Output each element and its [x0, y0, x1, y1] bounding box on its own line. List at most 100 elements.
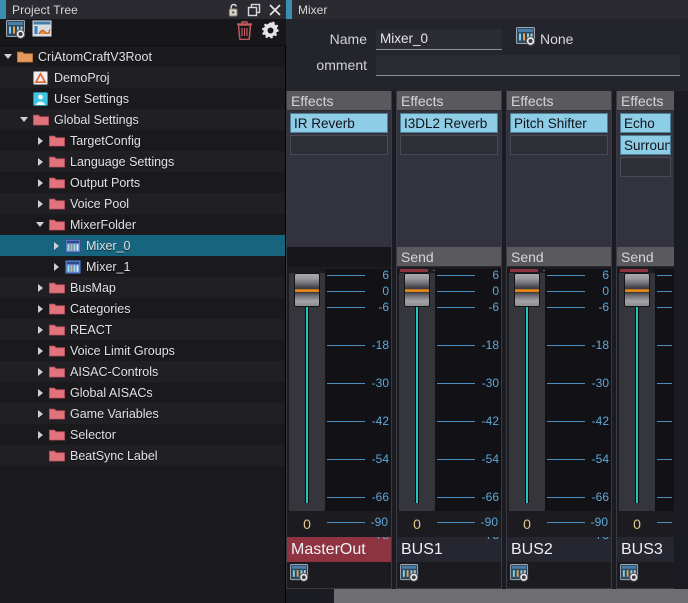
effects-header: Effects: [507, 91, 611, 111]
tree-item-label: Language Settings: [70, 154, 175, 169]
db-scale: 60-6-18-30-42-54-66-78: [545, 268, 611, 542]
tree-item-react[interactable]: REACT: [0, 319, 285, 340]
mixer-snapshot-icon[interactable]: [516, 27, 537, 51]
tree-item-label: User Settings: [54, 91, 130, 106]
tree-item-demoproj[interactable]: DemoProj: [0, 67, 285, 88]
send-level-bar[interactable]: [510, 269, 538, 272]
caret-right-icon[interactable]: [32, 304, 48, 313]
effect-slot-empty[interactable]: [510, 135, 608, 155]
fader-handle[interactable]: [624, 273, 650, 307]
effect-slot[interactable]: IR Reverb: [290, 113, 388, 133]
tree-item-targetconfig[interactable]: TargetConfig: [0, 130, 285, 151]
db-tick: [547, 383, 585, 384]
mixer-snapshot-icon[interactable]: [510, 563, 530, 587]
fader-value[interactable]: 0: [619, 516, 655, 532]
effect-slot[interactable]: Echo: [620, 113, 671, 133]
db-tick: [547, 522, 585, 523]
effect-slot[interactable]: Pitch Shifter: [510, 113, 608, 133]
new-mixer-icon[interactable]: [6, 20, 27, 44]
caret-right-icon[interactable]: [32, 283, 48, 292]
volume-fader[interactable]: [509, 273, 545, 511]
send-level-bar[interactable]: [400, 269, 428, 272]
caret-right-icon[interactable]: [32, 430, 48, 439]
caret-right-icon[interactable]: [32, 199, 48, 208]
tree-item-voice-limit-groups[interactable]: Voice Limit Groups: [0, 340, 285, 361]
bus-name[interactable]: BUS3: [617, 537, 674, 562]
fader-value[interactable]: 0: [509, 516, 545, 532]
settings-gear-icon[interactable]: [261, 20, 280, 45]
caret-right-icon[interactable]: [32, 409, 48, 418]
caret-down-icon[interactable]: [0, 54, 16, 59]
fader-meter-area: 60-6-18-30-42-54-66-78: [397, 267, 501, 542]
tree-item-mixerfolder[interactable]: MixerFolder: [0, 214, 285, 235]
tree-item-criatomcraftv3root[interactable]: CriAtomCraftV3Root: [0, 46, 285, 67]
caret-down-icon[interactable]: [32, 222, 48, 227]
new-mixer-snapshot-icon[interactable]: [32, 20, 53, 44]
db-tick: [327, 345, 365, 346]
tree-item-categories[interactable]: Categories: [0, 298, 285, 319]
mixer-icon: [64, 238, 81, 253]
fader-value[interactable]: 0: [399, 516, 435, 532]
close-icon[interactable]: [268, 3, 282, 17]
tree-item-beatsync-label[interactable]: BeatSync Label: [0, 445, 285, 466]
mixer-snapshot-icon[interactable]: [290, 563, 310, 587]
caret-right-icon[interactable]: [48, 262, 64, 271]
fader-handle[interactable]: [294, 273, 320, 307]
effect-slot-empty[interactable]: [620, 157, 671, 177]
caret-right-icon[interactable]: [32, 136, 48, 145]
tree-item-mixer-1[interactable]: Mixer_1: [0, 256, 285, 277]
mixer-titlebar-accent: [286, 0, 292, 19]
tree-item-game-variables[interactable]: Game Variables: [0, 403, 285, 424]
user-settings-icon: [32, 91, 49, 106]
effect-slot[interactable]: Surround Mixer: [620, 135, 671, 155]
tree-item-label: Game Variables: [70, 406, 159, 421]
db-tick-label: -54: [481, 452, 499, 466]
mixer-snapshot-icon[interactable]: [620, 563, 640, 587]
caret-right-icon[interactable]: [48, 241, 64, 250]
effect-slot-empty[interactable]: [400, 135, 498, 155]
tree-item-mixer-0[interactable]: Mixer_0: [0, 235, 285, 256]
tree-item-language-settings[interactable]: Language Settings: [0, 151, 285, 172]
lock-icon[interactable]: [227, 3, 240, 17]
restore-window-icon[interactable]: [247, 3, 261, 17]
mixer-title: Mixer: [298, 2, 328, 17]
delete-icon[interactable]: [236, 20, 253, 45]
tree-item-busmap[interactable]: BusMap: [0, 277, 285, 298]
db-tick: [327, 522, 365, 523]
caret-right-icon[interactable]: [32, 178, 48, 187]
comment-input[interactable]: [376, 54, 680, 76]
tree-item-output-ports[interactable]: Output Ports: [0, 172, 285, 193]
tree-item-aisac-controls[interactable]: AISAC-Controls: [0, 361, 285, 382]
tree-item-global-settings[interactable]: Global Settings: [0, 109, 285, 130]
tree-item-selector[interactable]: Selector: [0, 424, 285, 445]
project-tree-list[interactable]: CriAtomCraftV3Root DemoProj User Setting…: [0, 46, 286, 603]
db-tick-label: 6: [492, 268, 499, 282]
effect-slot-empty[interactable]: [290, 135, 388, 155]
effect-slot[interactable]: I3DL2 Reverb: [400, 113, 498, 133]
caret-right-icon[interactable]: [32, 157, 48, 166]
snapshot-value[interactable]: None: [540, 31, 573, 47]
caret-right-icon[interactable]: [32, 388, 48, 397]
caret-down-icon[interactable]: [16, 117, 32, 122]
send-level-bar[interactable]: [620, 269, 648, 272]
fader-handle[interactable]: [514, 273, 540, 307]
tree-item-voice-pool[interactable]: Voice Pool: [0, 193, 285, 214]
caret-right-icon[interactable]: [32, 346, 48, 355]
caret-right-icon[interactable]: [32, 325, 48, 334]
tree-item-label: MixerFolder: [70, 217, 136, 232]
name-input[interactable]: [376, 28, 502, 50]
tree-item-user-settings[interactable]: User Settings: [0, 88, 285, 109]
db-tick: [657, 275, 672, 276]
db-tick: [657, 307, 672, 308]
fader-value[interactable]: 0: [289, 516, 325, 532]
volume-fader[interactable]: [399, 273, 435, 511]
volume-fader[interactable]: [619, 273, 655, 511]
strip-bottom-row: [507, 562, 611, 588]
volume-fader[interactable]: [289, 273, 325, 511]
fader-handle[interactable]: [404, 273, 430, 307]
folder-icon: [48, 133, 65, 148]
tree-item-global-aisacs[interactable]: Global AISACs: [0, 382, 285, 403]
mixer-snapshot-icon[interactable]: [400, 563, 420, 587]
caret-right-icon[interactable]: [32, 367, 48, 376]
mixer-bottom-scrollbar[interactable]: [286, 589, 688, 603]
